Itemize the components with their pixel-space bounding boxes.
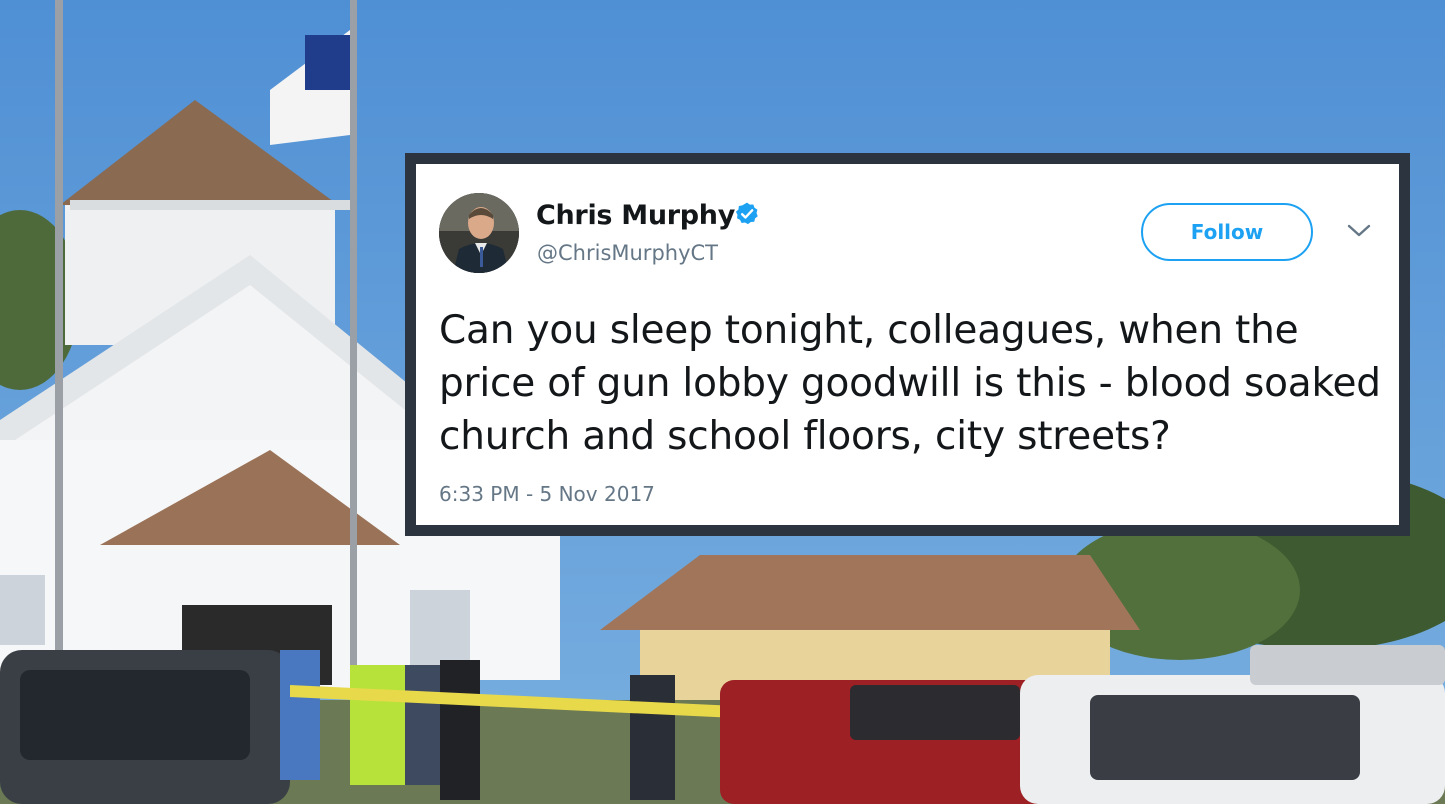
tweet-card: Chris Murphy @ChrisMurphyCT Follow Can y… bbox=[416, 164, 1399, 525]
tweet-timestamp[interactable]: 6:33 PM - 5 Nov 2017 bbox=[439, 482, 655, 506]
avatar[interactable] bbox=[439, 193, 519, 273]
verified-badge-icon bbox=[735, 202, 758, 225]
author-handle[interactable]: @ChrisMurphyCT bbox=[537, 241, 718, 265]
author-name[interactable]: Chris Murphy bbox=[536, 200, 735, 231]
follow-button[interactable]: Follow bbox=[1141, 203, 1313, 261]
tweet-card-frame: Chris Murphy @ChrisMurphyCT Follow Can y… bbox=[405, 153, 1410, 536]
tweet-text: Can you sleep tonight, colleagues, when … bbox=[439, 308, 1381, 459]
chevron-down-icon[interactable] bbox=[1346, 222, 1372, 240]
